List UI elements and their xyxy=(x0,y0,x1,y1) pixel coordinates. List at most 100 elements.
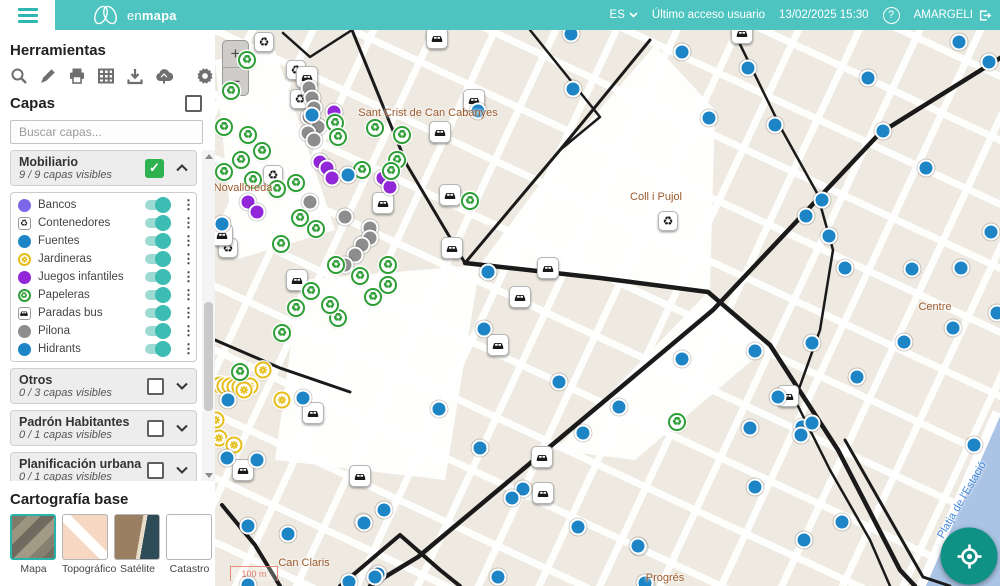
papelera-marker[interactable]: ♻ xyxy=(253,142,271,160)
layer-visibility-toggle[interactable] xyxy=(145,344,169,354)
parada-bus-marker[interactable] xyxy=(532,482,554,504)
layer-visibility-toggle[interactable] xyxy=(145,290,169,300)
fuente-marker[interactable] xyxy=(701,110,718,127)
parada-bus-marker[interactable] xyxy=(426,30,448,49)
papelera-marker[interactable]: ♻ xyxy=(393,126,411,144)
chevron-down-icon[interactable] xyxy=(176,382,188,390)
group-checkbox[interactable] xyxy=(147,378,164,395)
layer-options-kebab-icon[interactable]: ⋮ xyxy=(182,326,190,336)
papelera-marker[interactable]: ♻ xyxy=(239,126,257,144)
parada-bus-marker[interactable] xyxy=(531,446,553,468)
menu-button[interactable] xyxy=(0,0,55,30)
papelera-marker[interactable]: ♻ xyxy=(302,282,320,300)
fuente-marker[interactable] xyxy=(341,574,358,586)
pilona-marker[interactable] xyxy=(302,194,319,211)
fuente-marker[interactable] xyxy=(219,450,236,467)
papelera-marker[interactable]: ♻ xyxy=(307,220,325,238)
papelera-marker[interactable]: ♻ xyxy=(329,128,347,146)
parada-bus-marker[interactable] xyxy=(429,121,451,143)
fuente-marker[interactable] xyxy=(918,160,935,177)
layer-options-kebab-icon[interactable]: ⋮ xyxy=(182,272,190,282)
fuente-marker[interactable] xyxy=(837,260,854,277)
layer-row-fuentes[interactable]: Fuentes⋮ xyxy=(17,232,190,250)
map-canvas[interactable]: + − 100 m ♻♻♻♻♻♻♻♻♻♻♻♻♻♻♻♻♻♻♻♻♻♻♻♻♻♻♻♻♻♻… xyxy=(215,30,1000,586)
layer-group-otros[interactable]: Otros0 / 3 capas visibles xyxy=(10,368,197,404)
help-button[interactable]: ? xyxy=(883,7,900,24)
basemap-satélite[interactable]: Satélite xyxy=(114,514,161,575)
papelera-marker[interactable]: ♻ xyxy=(379,276,397,294)
contenedor-marker[interactable]: ♻ xyxy=(254,32,274,52)
layer-visibility-toggle[interactable] xyxy=(145,272,169,282)
fuente-marker[interactable] xyxy=(551,374,568,391)
fuente-marker[interactable] xyxy=(740,60,757,77)
fuente-marker[interactable] xyxy=(747,343,764,360)
fuente-marker[interactable] xyxy=(804,335,821,352)
fuente-marker[interactable] xyxy=(904,261,921,278)
papelera-marker[interactable]: ♻ xyxy=(232,151,250,169)
scroll-up-icon[interactable] xyxy=(202,150,215,162)
layers-master-checkbox[interactable] xyxy=(185,95,202,112)
layer-visibility-toggle[interactable] xyxy=(145,326,169,336)
fuente-marker[interactable] xyxy=(834,514,851,531)
parada-bus-marker[interactable] xyxy=(731,30,753,44)
layer-options-kebab-icon[interactable]: ⋮ xyxy=(182,308,190,318)
fuente-marker[interactable] xyxy=(951,34,968,51)
fuente-marker[interactable] xyxy=(793,427,810,444)
parada-bus-marker[interactable] xyxy=(537,257,559,279)
fuente-marker[interactable] xyxy=(674,351,691,368)
papelera-marker[interactable]: ♻ xyxy=(366,119,384,137)
chevron-down-icon[interactable] xyxy=(176,466,188,474)
layer-options-kebab-icon[interactable]: ⋮ xyxy=(182,290,190,300)
fuente-marker[interactable] xyxy=(504,490,521,507)
chevron-down-icon[interactable] xyxy=(176,424,188,432)
fuente-marker[interactable] xyxy=(742,420,759,437)
fuente-marker[interactable] xyxy=(821,228,838,245)
group-checkbox[interactable] xyxy=(147,420,164,437)
fuente-marker[interactable] xyxy=(490,569,507,586)
layers-scrollbar[interactable] xyxy=(202,150,215,481)
fuente-marker[interactable] xyxy=(249,452,266,469)
fuente-marker[interactable] xyxy=(637,575,654,586)
layer-options-kebab-icon[interactable]: ⋮ xyxy=(182,344,190,354)
juegos-infantiles-marker[interactable] xyxy=(324,170,341,187)
layer-options-kebab-icon[interactable]: ⋮ xyxy=(182,218,190,228)
layer-visibility-toggle[interactable] xyxy=(145,218,169,228)
fuente-marker[interactable] xyxy=(767,117,784,134)
layer-visibility-toggle[interactable] xyxy=(145,254,169,264)
parada-bus-marker[interactable] xyxy=(441,237,463,259)
basemap-topográfico[interactable]: Topográfico xyxy=(62,514,109,575)
layer-row-papeleras[interactable]: ♻Papeleras⋮ xyxy=(17,286,190,304)
layer-group-padrón-habitantes[interactable]: Padrón Habitantes0 / 1 capas visibles xyxy=(10,410,197,446)
juegos-infantiles-marker[interactable] xyxy=(249,204,266,221)
fuente-marker[interactable] xyxy=(565,81,582,98)
layer-search-input[interactable] xyxy=(10,120,203,144)
papelera-marker[interactable]: ♻ xyxy=(291,209,309,227)
parada-bus-marker[interactable] xyxy=(487,334,509,356)
fuente-marker[interactable] xyxy=(340,167,357,184)
fuente-marker[interactable] xyxy=(896,334,913,351)
fuente-marker[interactable] xyxy=(280,526,297,543)
basemap-catastro[interactable]: Catastro xyxy=(166,514,213,575)
fuente-marker[interactable] xyxy=(220,392,237,409)
fuente-marker[interactable] xyxy=(240,518,257,535)
papelera-marker[interactable]: ♻ xyxy=(238,51,256,69)
layer-row-paradas-bus[interactable]: Paradas bus⋮ xyxy=(17,304,190,322)
papelera-marker[interactable]: ♻ xyxy=(327,256,345,274)
papelera-marker[interactable]: ♻ xyxy=(215,118,233,136)
fuente-marker[interactable] xyxy=(376,502,393,519)
papelera-marker[interactable]: ♻ xyxy=(321,296,339,314)
chevron-up-icon[interactable] xyxy=(176,164,188,172)
tool-cloud-upload-button[interactable] xyxy=(155,67,173,85)
fuente-marker[interactable] xyxy=(747,479,764,496)
papelera-marker[interactable]: ♻ xyxy=(222,82,240,100)
tool-printer-button[interactable] xyxy=(68,67,86,85)
fuente-marker[interactable] xyxy=(472,440,489,457)
fuente-marker[interactable] xyxy=(953,260,970,277)
fuente-marker[interactable] xyxy=(798,208,815,225)
tool-pencil-button[interactable] xyxy=(39,67,57,85)
fuente-marker[interactable] xyxy=(431,401,448,418)
group-checkbox[interactable] xyxy=(147,462,164,479)
papelera-marker[interactable]: ♻ xyxy=(287,174,305,192)
basemap-mapa[interactable]: Mapa xyxy=(10,514,57,575)
layer-row-juegos-infantiles[interactable]: Juegos infantiles⋮ xyxy=(17,268,190,286)
